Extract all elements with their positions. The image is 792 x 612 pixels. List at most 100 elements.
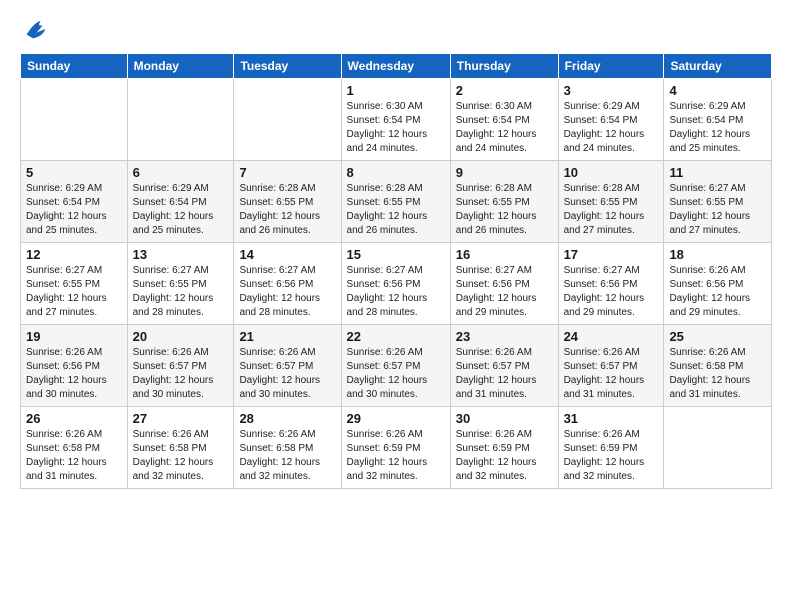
calendar-cell: 12 Sunrise: 6:27 AM Sunset: 6:55 PM Dayli… <box>21 243 128 325</box>
day-info: Sunrise: 6:26 AM Sunset: 6:58 PM Dayligh… <box>26 428 122 484</box>
day-number: 29 <box>347 411 445 426</box>
weekday-header-tuesday: Tuesday <box>234 54 341 79</box>
calendar-cell: 6 Sunrise: 6:29 AM Sunset: 6:54 PM Daylig… <box>127 161 234 243</box>
day-info: Sunrise: 6:26 AM Sunset: 6:58 PM Dayligh… <box>239 428 335 484</box>
calendar-cell: 7Sunrise: 6:28 AM Sunset: 6:55 PM Daylig… <box>234 161 341 243</box>
calendar-cell: 19Sunrise: 6:26 AM Sunset: 6:56 PM Dayli… <box>21 325 128 407</box>
weekday-header-thursday: Thursday <box>450 54 558 79</box>
day-info: Sunrise: 6:29 AM Sunset: 6:54 PM Dayligh… <box>669 100 766 156</box>
day-number: 1 <box>347 83 445 98</box>
weekday-header-monday: Monday <box>127 54 234 79</box>
calendar-cell: 17 Sunrise: 6:27 AM Sunset: 6:56 PM Dayli… <box>558 243 664 325</box>
day-number: 18 <box>669 247 766 262</box>
day-info: Sunrise: 6:29 AM Sunset: 6:54 PM Dayligh… <box>26 182 122 238</box>
calendar-cell: 11 Sunrise: 6:27 AM Sunset: 6:55 PM Dayli… <box>664 161 772 243</box>
day-info: Sunrise: 6:26 AM Sunset: 6:57 PM Dayligh… <box>347 346 445 402</box>
day-info: Sunrise: 6:29 AM Sunset: 6:54 PM Dayligh… <box>133 182 229 238</box>
calendar-cell <box>21 79 128 161</box>
day-number: 13 <box>133 247 229 262</box>
day-info: Sunrise: 6:26 AM Sunset: 6:59 PM Dayligh… <box>347 428 445 484</box>
calendar-body: 1 Sunrise: 6:30 AM Sunset: 6:54 PM Daylig… <box>21 79 772 489</box>
calendar-cell: 28 Sunrise: 6:26 AM Sunset: 6:58 PM Dayli… <box>234 407 341 489</box>
day-number: 28 <box>239 411 335 426</box>
day-number: 11 <box>669 165 766 180</box>
day-number: 14 <box>239 247 335 262</box>
calendar-cell: 18 Sunrise: 6:26 AM Sunset: 6:56 PM Dayli… <box>664 243 772 325</box>
logo <box>20 15 52 43</box>
calendar-cell: 31 Sunrise: 6:26 AM Sunset: 6:59 PM Dayli… <box>558 407 664 489</box>
day-number: 16 <box>456 247 553 262</box>
week-row-1: 1 Sunrise: 6:30 AM Sunset: 6:54 PM Daylig… <box>21 79 772 161</box>
day-info: Sunrise: 6:26 AM Sunset: 6:58 PM Dayligh… <box>669 346 766 402</box>
day-number: 12 <box>26 247 122 262</box>
day-number: 15 <box>347 247 445 262</box>
day-info: Sunrise: 6:26 AM Sunset: 6:57 PM Dayligh… <box>239 346 335 402</box>
day-info: Sunrise: 6:30 AM Sunset: 6:54 PM Dayligh… <box>456 100 553 156</box>
weekday-header-row: SundayMondayTuesdayWednesdayThursdayFrid… <box>21 54 772 79</box>
day-info: Sunrise: 6:27 AM Sunset: 6:56 PM Dayligh… <box>239 264 335 320</box>
day-info: Sunrise: 6:28 AM Sunset: 6:55 PM Dayligh… <box>564 182 659 238</box>
header <box>20 15 772 43</box>
calendar-cell: 26 Sunrise: 6:26 AM Sunset: 6:58 PM Dayli… <box>21 407 128 489</box>
day-info: Sunrise: 6:26 AM Sunset: 6:59 PM Dayligh… <box>564 428 659 484</box>
day-info: Sunrise: 6:28 AM Sunset: 6:55 PM Dayligh… <box>456 182 553 238</box>
calendar-cell: 13 Sunrise: 6:27 AM Sunset: 6:55 PM Dayli… <box>127 243 234 325</box>
day-number: 21 <box>239 329 335 344</box>
calendar-cell: 21 Sunrise: 6:26 AM Sunset: 6:57 PM Dayli… <box>234 325 341 407</box>
day-info: Sunrise: 6:27 AM Sunset: 6:56 PM Dayligh… <box>564 264 659 320</box>
weekday-header-saturday: Saturday <box>664 54 772 79</box>
calendar-cell: 20 Sunrise: 6:26 AM Sunset: 6:57 PM Dayli… <box>127 325 234 407</box>
week-row-4: 19Sunrise: 6:26 AM Sunset: 6:56 PM Dayli… <box>21 325 772 407</box>
day-info: Sunrise: 6:28 AM Sunset: 6:55 PM Dayligh… <box>239 182 335 238</box>
day-number: 24 <box>564 329 659 344</box>
day-info: Sunrise: 6:27 AM Sunset: 6:55 PM Dayligh… <box>26 264 122 320</box>
day-info: Sunrise: 6:26 AM Sunset: 6:57 PM Dayligh… <box>456 346 553 402</box>
day-info: Sunrise: 6:26 AM Sunset: 6:57 PM Dayligh… <box>564 346 659 402</box>
day-number: 19 <box>26 329 122 344</box>
day-info: Sunrise: 6:30 AM Sunset: 6:54 PM Dayligh… <box>347 100 445 156</box>
day-number: 4 <box>669 83 766 98</box>
calendar-cell: 3 Sunrise: 6:29 AM Sunset: 6:54 PM Daylig… <box>558 79 664 161</box>
calendar-cell: 5 Sunrise: 6:29 AM Sunset: 6:54 PM Daylig… <box>21 161 128 243</box>
day-number: 23 <box>456 329 553 344</box>
week-row-2: 5 Sunrise: 6:29 AM Sunset: 6:54 PM Daylig… <box>21 161 772 243</box>
calendar-cell: 2 Sunrise: 6:30 AM Sunset: 6:54 PM Daylig… <box>450 79 558 161</box>
calendar-cell: 9Sunrise: 6:28 AM Sunset: 6:55 PM Daylig… <box>450 161 558 243</box>
weekday-header-sunday: Sunday <box>21 54 128 79</box>
day-info: Sunrise: 6:27 AM Sunset: 6:55 PM Dayligh… <box>669 182 766 238</box>
day-info: Sunrise: 6:26 AM Sunset: 6:58 PM Dayligh… <box>133 428 229 484</box>
calendar-cell: 23 Sunrise: 6:26 AM Sunset: 6:57 PM Dayli… <box>450 325 558 407</box>
day-number: 25 <box>669 329 766 344</box>
day-number: 17 <box>564 247 659 262</box>
day-number: 20 <box>133 329 229 344</box>
calendar-cell: 14 Sunrise: 6:27 AM Sunset: 6:56 PM Dayli… <box>234 243 341 325</box>
day-info: Sunrise: 6:26 AM Sunset: 6:59 PM Dayligh… <box>456 428 553 484</box>
day-number: 26 <box>26 411 122 426</box>
day-number: 27 <box>133 411 229 426</box>
day-info: Sunrise: 6:29 AM Sunset: 6:54 PM Dayligh… <box>564 100 659 156</box>
calendar-cell <box>234 79 341 161</box>
day-number: 22 <box>347 329 445 344</box>
calendar-cell: 22 Sunrise: 6:26 AM Sunset: 6:57 PM Dayli… <box>341 325 450 407</box>
calendar-cell <box>127 79 234 161</box>
day-number: 3 <box>564 83 659 98</box>
day-number: 10 <box>564 165 659 180</box>
calendar-cell: 15Sunrise: 6:27 AM Sunset: 6:56 PM Dayli… <box>341 243 450 325</box>
day-number: 5 <box>26 165 122 180</box>
weekday-header-friday: Friday <box>558 54 664 79</box>
day-number: 6 <box>133 165 229 180</box>
day-info: Sunrise: 6:26 AM Sunset: 6:57 PM Dayligh… <box>133 346 229 402</box>
day-info: Sunrise: 6:28 AM Sunset: 6:55 PM Dayligh… <box>347 182 445 238</box>
calendar-cell: 30 Sunrise: 6:26 AM Sunset: 6:59 PM Dayli… <box>450 407 558 489</box>
day-info: Sunrise: 6:27 AM Sunset: 6:56 PM Dayligh… <box>456 264 553 320</box>
day-number: 30 <box>456 411 553 426</box>
calendar-cell: 24 Sunrise: 6:26 AM Sunset: 6:57 PM Dayli… <box>558 325 664 407</box>
calendar-cell <box>664 407 772 489</box>
logo-text <box>20 15 50 43</box>
day-number: 2 <box>456 83 553 98</box>
day-info: Sunrise: 6:27 AM Sunset: 6:55 PM Dayligh… <box>133 264 229 320</box>
calendar: SundayMondayTuesdayWednesdayThursdayFrid… <box>20 53 772 489</box>
day-number: 31 <box>564 411 659 426</box>
day-info: Sunrise: 6:26 AM Sunset: 6:56 PM Dayligh… <box>669 264 766 320</box>
calendar-cell: 25 Sunrise: 6:26 AM Sunset: 6:58 PM Dayli… <box>664 325 772 407</box>
